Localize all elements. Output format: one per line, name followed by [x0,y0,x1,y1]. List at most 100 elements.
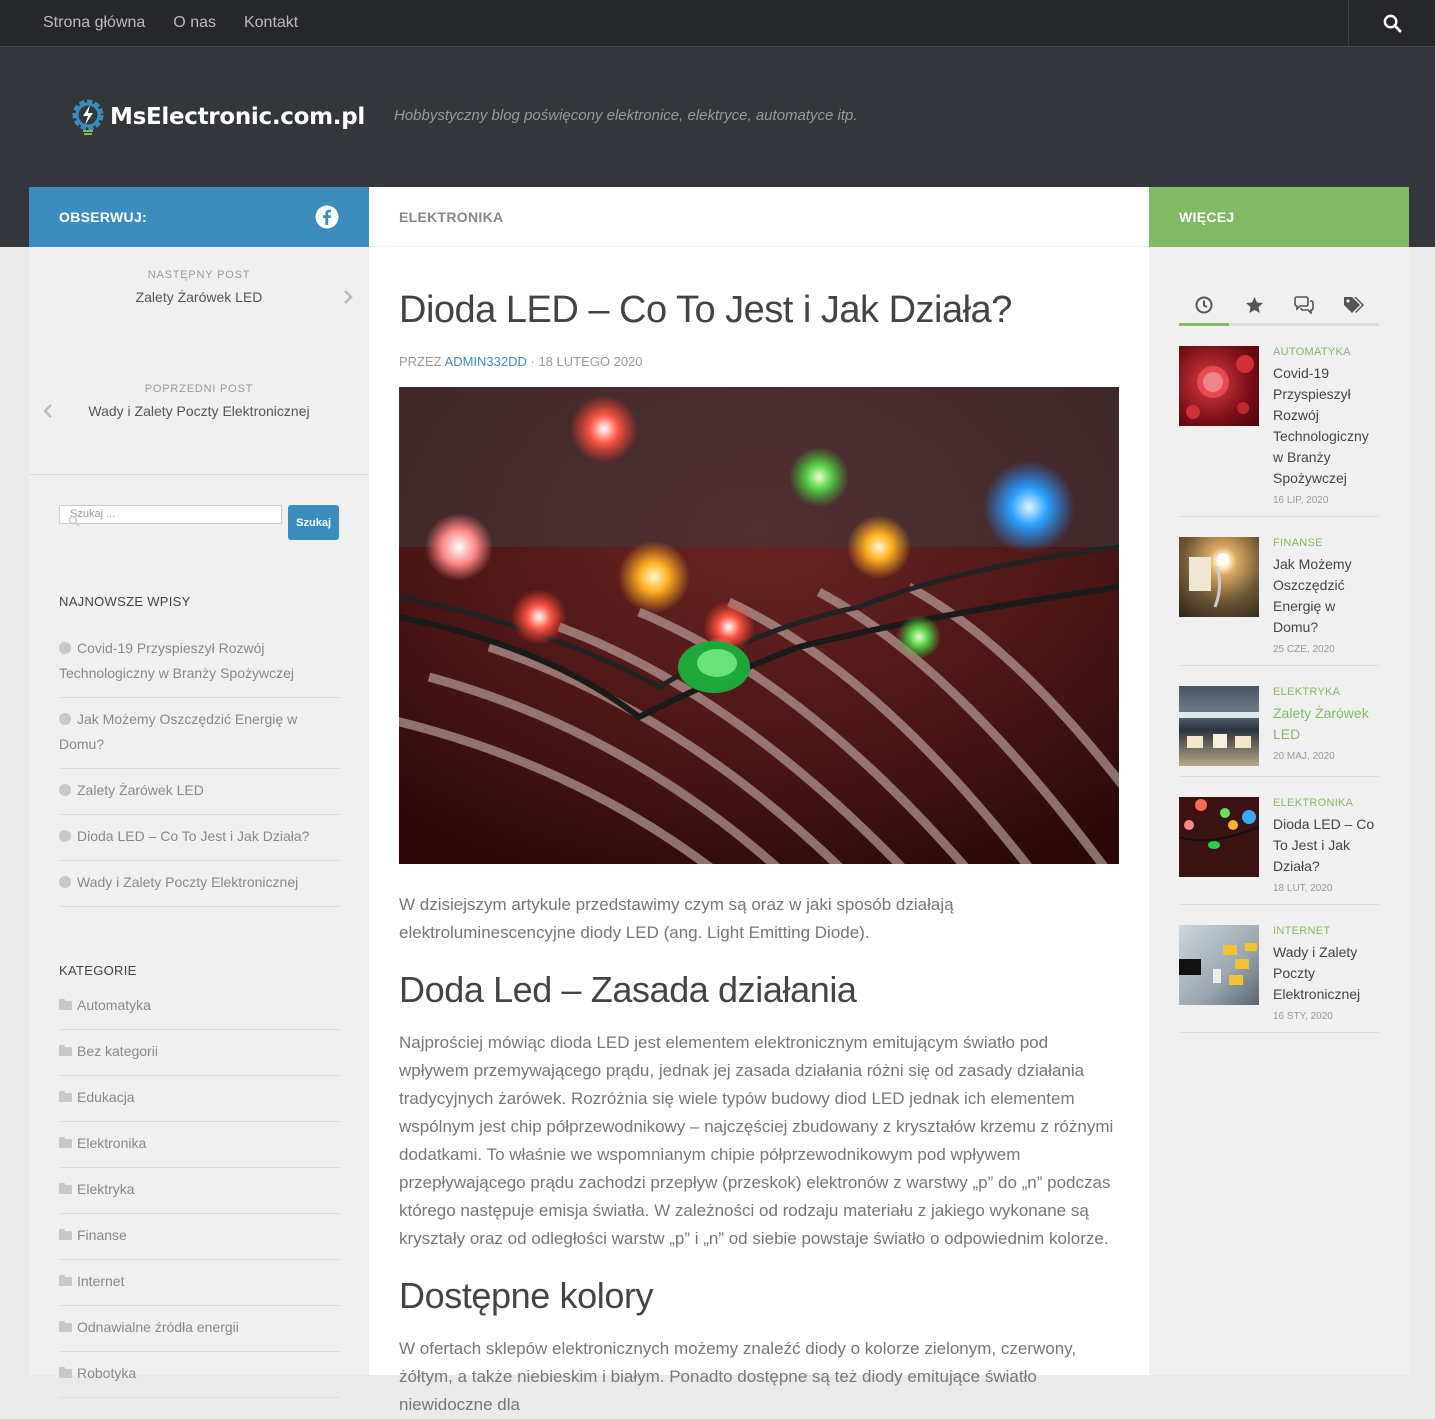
star-icon [1245,296,1263,314]
tab-popular[interactable] [1229,287,1279,323]
post-title-link[interactable]: Dioda LED – Co To Jest i Jak Działa? [1273,814,1379,877]
category-item[interactable]: Robotyka [59,1352,340,1398]
post-category[interactable]: AUTOMATYKA [1273,346,1379,358]
post-title-link[interactable]: Wady i Zalety Poczty Elektronicznej [1273,942,1379,1005]
post-category[interactable]: FINANSE [1273,537,1379,549]
facebook-icon[interactable] [315,205,339,229]
led-lights-thumbnail-image [1179,799,1259,849]
post-title-link[interactable]: Covid-19 Przyspieszył Rozwój Technologic… [1273,363,1379,489]
tab-recent[interactable] [1179,287,1229,326]
tab-comments[interactable] [1279,287,1329,323]
comments-icon [1294,296,1314,314]
recent-posts-widget: AUTOMATYKA Covid-19 Przyspieszył Rozwój … [1149,326,1409,1033]
post-date: 18 LUT, 2020 [1273,883,1333,894]
category-item[interactable]: Automatyka [59,984,340,1030]
post-text: ELEKTRONIKA Dioda LED – Co To Jest i Jak… [1273,797,1379,894]
thumbnail[interactable] [1179,346,1259,426]
category-item[interactable]: Edukacja [59,1076,340,1122]
follow-bar: OBSERWUJ: [29,187,369,247]
nav-link-contact[interactable]: Kontakt [230,0,312,46]
thumbnail[interactable] [1179,925,1259,1005]
left-sidebar: OBSERWUJ: NASTĘPNY POST Zalety Żarówek L… [29,187,369,1398]
folder-icon [59,1275,72,1286]
categories-title: KATEGORIE [59,963,137,978]
post-text: ELEKTRYKA Zalety Żarówek LED 20 MAJ, 202… [1273,686,1379,766]
post-category[interactable]: ELEKTRONIKA [1273,797,1379,809]
chevron-left-icon [43,404,52,418]
list-item[interactable]: ELEKTRONIKA Dioda LED – Co To Jest i Jak… [1179,777,1379,905]
previous-post-title: Wady i Zalety Poczty Elektronicznej [88,403,310,419]
list-item[interactable]: AUTOMATYKA Covid-19 Przyspieszył Rozwój … [1179,326,1379,517]
clock-icon [1195,296,1213,314]
intro-paragraph: W dzisiejszym artykule przedstawimy czym… [399,895,954,942]
category-item[interactable]: Finanse [59,1214,340,1260]
thumbnail[interactable] [1179,537,1259,617]
main-content: ELEKTRONIKA Dioda LED – Co To Jest i Jak… [369,187,1149,1414]
categories-list: Automatyka Bez kategorii Edukacja Elektr… [29,984,369,1398]
led-room-thumbnail-image [1179,712,1259,748]
section-heading: Doda Led – Zasada działania [399,969,857,1010]
post-category[interactable]: INTERNET [1273,925,1379,937]
thumbnail[interactable] [1179,686,1259,766]
list-item[interactable]: Covid-19 Przyspieszył Rozwój Technologic… [59,627,340,698]
list-item[interactable]: Wady i Zalety Poczty Elektronicznej [59,861,340,907]
post-date: 16 STY, 2020 [1273,1011,1333,1022]
follow-label: OBSERWUJ: [59,209,148,225]
nav-link-about[interactable]: O nas [159,0,230,46]
clock-bullet-icon [59,830,71,842]
post-meta: PRZEZ ADMIN332DD · 18 LUTEGO 2020 [399,354,1119,369]
recent-posts-list: Covid-19 Przyspieszył Rozwój Technologic… [29,627,369,907]
post-date: 20 MAJ, 2020 [1273,751,1335,762]
post-title-link[interactable]: Zalety Żarówek LED [1273,703,1379,745]
list-item[interactable]: Zalety Żarówek LED [59,769,340,815]
post-navigation: NASTĘPNY POST Zalety Żarówek LED POPRZED… [29,247,369,475]
clock-bullet-icon [59,642,71,654]
list-item[interactable]: Dioda LED – Co To Jest i Jak Działa? [59,815,340,861]
list-item[interactable]: ELEKTRYKA Zalety Żarówek LED 20 MAJ, 202… [1179,666,1379,777]
category-item[interactable]: Elektryka [59,1168,340,1214]
folder-icon [59,1367,72,1378]
next-post-link[interactable]: NASTĘPNY POST Zalety Żarówek LED [29,269,369,305]
category-bar: ELEKTRONIKA [369,187,1149,247]
folder-icon [59,999,72,1010]
search-toggle-button[interactable] [1348,0,1435,46]
category-item[interactable]: Odnawialne źródła energii [59,1306,340,1352]
thumbnail[interactable] [1179,797,1259,877]
search-input[interactable]: Szukaj ... [59,505,283,527]
folder-icon [59,1137,72,1148]
search-submit-button[interactable]: Szukaj [288,505,339,540]
top-navigation: Strona główna O nas Kontakt [0,0,1435,47]
featured-image [399,387,1119,864]
category-item[interactable]: Elektronika [59,1122,340,1168]
email-thumbnail-image [1179,943,1257,985]
search-field-icon [68,515,80,527]
nav-link-home[interactable]: Strona główna [29,0,159,46]
post-text: FINANSE Jak Możemy Oszczędzić Energię w … [1273,537,1379,655]
virus-thumbnail-image [1186,355,1254,419]
folder-icon [59,1183,72,1194]
post-category[interactable]: ELEKTRYKA [1273,686,1379,698]
category-item[interactable]: Bez kategorii [59,1030,340,1076]
sidebar-tabs [1179,287,1379,326]
body-paragraph: Najprościej mówiąc dioda LED jest elemen… [399,1033,1114,1248]
tab-tags[interactable] [1329,287,1379,323]
list-item[interactable]: INTERNET Wady i Zalety Poczty Elektronic… [1179,905,1379,1033]
post-date: 16 LIP, 2020 [1273,495,1329,506]
post-category-link[interactable]: ELEKTRONIKA [399,209,503,225]
list-item[interactable]: FINANSE Jak Możemy Oszczędzić Energię w … [1179,517,1379,666]
previous-post-label: POPRZEDNI POST [144,383,254,395]
category-item[interactable]: Internet [59,1260,340,1306]
folder-icon [59,1045,72,1056]
site-logo[interactable]: MsElectronic.com.pl [70,97,365,137]
post-title: Dioda LED – Co To Jest i Jak Działa? [399,289,1012,331]
folder-icon [59,1091,72,1102]
post-title-link[interactable]: Jak Możemy Oszczędzić Energię w Domu? [1273,554,1379,638]
post-date: 25 CZE, 2020 [1273,644,1335,655]
recent-posts-title: NAJNOWSZE WPISY [59,594,191,609]
author-link[interactable]: ADMIN332DD [445,354,527,369]
top-menu: Strona główna O nas Kontakt [29,0,312,46]
energy-thumbnail-image [1189,553,1229,608]
list-item[interactable]: Jak Możemy Oszczędzić Energię w Domu? [59,698,340,769]
previous-post-link[interactable]: POPRZEDNI POST Wady i Zalety Poczty Elek… [29,383,369,419]
gear-bolt-icon [72,99,104,135]
